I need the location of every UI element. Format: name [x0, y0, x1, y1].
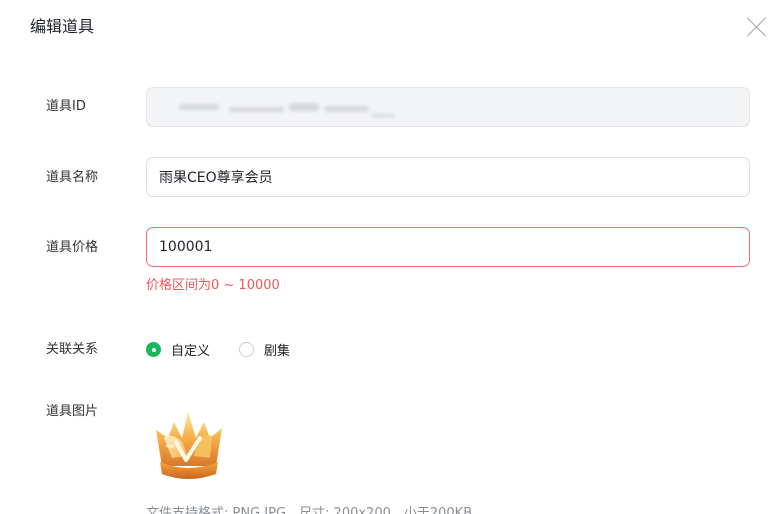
item-name-label: 道具名称 — [46, 170, 99, 185]
item-name-value: 雨果CEO尊享会员 — [159, 170, 273, 186]
radio-custom-label: 自定义 — [171, 344, 211, 359]
item-id-label: 道具ID — [46, 99, 86, 114]
masked-id-value — [159, 94, 399, 120]
image-format-hint: 文件支持格式: PNG,JPG，尺寸: 200x200，小于200KB — [146, 506, 473, 514]
item-price-value: 100001 — [159, 239, 213, 255]
close-icon[interactable] — [746, 16, 768, 38]
price-error-message: 价格区间为0 ~ 10000 — [146, 278, 280, 293]
radio-custom[interactable]: 自定义 — [146, 340, 210, 359]
radio-unchecked-icon — [239, 342, 255, 357]
radio-episode[interactable]: 剧集 — [239, 340, 290, 359]
item-price-input[interactable]: 100001 — [146, 227, 750, 267]
edit-item-dialog: 编辑道具 道具ID 道具名称 雨果CEO尊享会员 道具价格 100001 价格区… — [0, 0, 781, 514]
item-image-label: 道具图片 — [46, 404, 99, 419]
dialog-title: 编辑道具 — [30, 17, 95, 36]
relation-radio-group: 自定义 剧集 — [146, 340, 319, 359]
radio-checked-icon — [146, 342, 161, 357]
radio-episode-label: 剧集 — [264, 344, 291, 359]
item-name-input[interactable]: 雨果CEO尊享会员 — [146, 157, 750, 197]
item-price-label: 道具价格 — [46, 240, 99, 255]
crown-icon[interactable] — [150, 408, 226, 482]
item-id-field — [146, 87, 750, 127]
relation-label: 关联关系 — [46, 342, 99, 357]
